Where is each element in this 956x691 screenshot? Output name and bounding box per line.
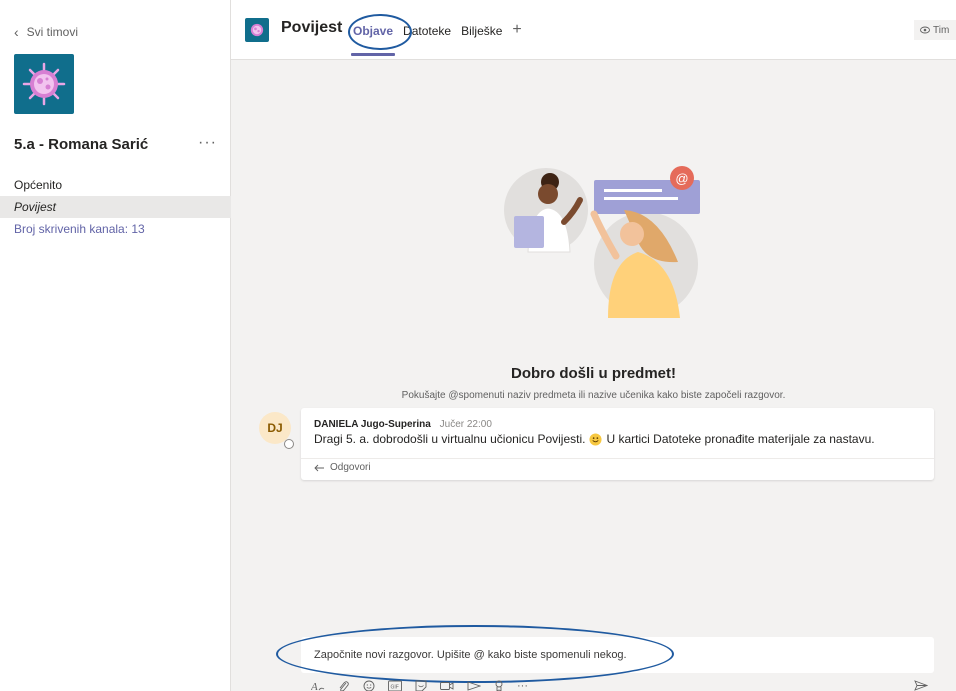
format-text-icon[interactable]: A	[311, 680, 325, 691]
channel-team-icon	[245, 18, 269, 42]
add-tab-button[interactable]: +	[512, 22, 521, 48]
reply-button[interactable]: Odgovori	[314, 462, 371, 473]
channel-povijest[interactable]: Povijest	[0, 196, 231, 218]
channel-list: Općenito Povijest Broj skrivenih kanala:…	[0, 174, 231, 240]
tab-datoteke[interactable]: Datoteke	[403, 24, 451, 48]
back-label: Svi timovi	[26, 25, 79, 39]
team-name: 5.a - Romana Sarić	[14, 136, 149, 153]
message-meta: DANIELA Jugo-Superina Jučer 22:00	[314, 419, 492, 430]
welcome-illustration: @	[504, 166, 700, 318]
welcome-title: Dobro došli u predmet!	[511, 365, 676, 382]
praise-icon[interactable]	[494, 680, 504, 691]
channel-title: Povijest	[281, 19, 343, 36]
channel-header: Povijest Objave Datoteke Bilješke + Tim	[231, 0, 956, 60]
back-to-teams-link[interactable]: ‹ Svi timovi	[14, 24, 78, 40]
eye-icon	[920, 26, 930, 34]
more-options-icon[interactable]: ···	[517, 680, 528, 691]
gif-icon[interactable]: GIF	[388, 680, 402, 691]
virus-logo-icon	[22, 62, 66, 106]
emoji-icon[interactable]	[363, 680, 375, 691]
welcome-subtitle: Pokušajte @spomenuti naziv predmeta ili …	[401, 390, 786, 401]
send-icon[interactable]	[914, 680, 929, 691]
virus-logo-icon	[250, 23, 264, 37]
team-view-label: Tim	[933, 24, 950, 36]
message-timestamp: Jučer 22:00	[439, 419, 492, 430]
reply-arrow-icon	[314, 464, 324, 471]
compose-toolbar: A GIF ···	[311, 679, 528, 691]
message-divider	[301, 458, 934, 459]
compose-box	[301, 637, 934, 673]
channel-opcenito[interactable]: Općenito	[0, 174, 231, 196]
message-card: DANIELA Jugo-Superina Jučer 22:00 Dragi …	[301, 408, 934, 480]
chevron-left-icon: ‹	[14, 24, 19, 40]
team-avatar[interactable]	[14, 54, 74, 114]
svg-text:GIF: GIF	[391, 685, 399, 691]
sticker-icon[interactable]	[415, 680, 427, 691]
message-body: Dragi 5. a. dobrodošli u virtualnu učion…	[314, 432, 875, 446]
message-author[interactable]: DANIELA Jugo-Superina	[314, 419, 431, 430]
sidebar: ‹ Svi timovi 5.a - Romana Sarić ··· Opće…	[0, 0, 231, 691]
compose-input[interactable]	[301, 637, 934, 673]
message-text-part1: Dragi 5. a. dobrodošli u virtualnu učion…	[314, 432, 586, 446]
tab-objave[interactable]: Objave	[350, 24, 396, 56]
hidden-channels-link[interactable]: Broj skrivenih kanala: 13	[0, 218, 231, 240]
meet-now-icon[interactable]	[440, 680, 454, 691]
team-more-options-button[interactable]: ···	[198, 134, 217, 152]
presence-status-icon	[284, 439, 294, 449]
attach-file-icon[interactable]	[338, 680, 350, 691]
team-view-button[interactable]: Tim	[914, 20, 956, 40]
svg-text:A: A	[311, 681, 318, 691]
smiley-emoji-icon	[589, 432, 603, 446]
reply-label: Odgovori	[330, 462, 371, 473]
tab-biljeske[interactable]: Bilješke	[461, 24, 502, 48]
channel-tabs: Objave Datoteke Bilješke +	[350, 22, 522, 56]
stream-icon[interactable]	[467, 680, 481, 691]
svg-text:@: @	[675, 171, 688, 186]
message-text-part2: U kartici Datoteke pronađite materijale …	[606, 432, 875, 446]
